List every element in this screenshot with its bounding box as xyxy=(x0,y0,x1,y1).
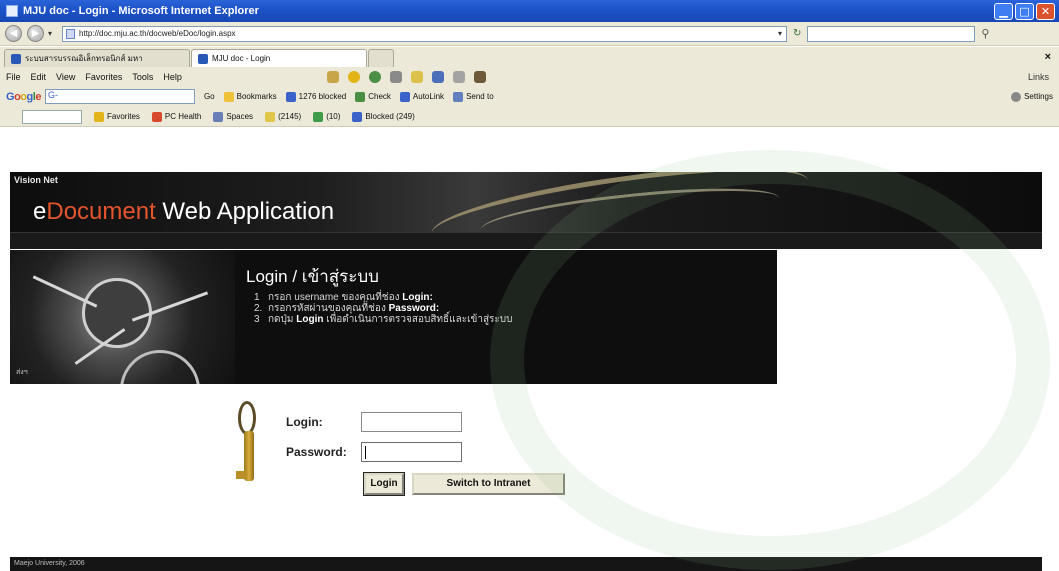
page-icon xyxy=(66,28,76,39)
text-caret xyxy=(365,446,366,459)
mail-icon xyxy=(265,111,276,122)
google-search-input[interactable]: G- xyxy=(44,89,195,104)
links-label[interactable]: Links xyxy=(1028,72,1049,82)
send-icon xyxy=(453,91,464,102)
google-go-button[interactable]: Go xyxy=(204,92,215,101)
app-title: eDocument Web Application xyxy=(33,198,335,225)
url-text: http://doc.mju.ac.th/docweb/eDoc/login.a… xyxy=(79,29,236,38)
bookmarks-button[interactable]: Bookmarks xyxy=(223,91,277,102)
login-label: Login: xyxy=(286,415,323,429)
msn-favorites[interactable]: Favorites xyxy=(94,111,140,122)
history-icon[interactable] xyxy=(368,70,381,83)
tab-label: ระบบสารบรรณอิเล็กทรอนิกส์ มหา xyxy=(25,54,143,63)
window-title: MJU doc - Login - Microsoft Internet Exp… xyxy=(23,5,259,17)
favorites-icon xyxy=(94,111,104,122)
key-icon xyxy=(232,401,262,497)
instruction-step: 1 กรอก username ของคุณที่ช่อง Login: xyxy=(254,292,433,303)
password-input[interactable] xyxy=(361,442,462,462)
gear-icon xyxy=(1011,91,1022,102)
msn-messenger-count[interactable]: (10) xyxy=(313,111,340,122)
tab-label: MJU doc - Login xyxy=(212,54,271,63)
tab-thai-doc[interactable]: ระบบสารบรรณอิเล็กทรอนิกส์ มหา xyxy=(4,49,190,67)
menu-file[interactable]: File xyxy=(6,72,21,82)
maximize-button[interactable]: □ xyxy=(1015,2,1034,20)
msn-pc-health[interactable]: PC Health xyxy=(151,111,201,122)
password-label: Password: xyxy=(286,445,347,459)
instruction-step: 3 กดปุ่ม Login เพื่อดำเนินการตรวจสอบสิทธิ… xyxy=(254,314,513,325)
check-icon xyxy=(355,91,366,102)
spellcheck-button[interactable]: Check xyxy=(355,91,391,102)
messenger-icon[interactable] xyxy=(473,70,486,83)
menu-tools[interactable]: Tools xyxy=(132,72,153,82)
blocker-icon xyxy=(285,91,296,102)
popup-blocker[interactable]: 1276 blocked xyxy=(285,91,346,102)
messenger-icon xyxy=(313,111,324,122)
menu-help[interactable]: Help xyxy=(163,72,182,82)
health-icon xyxy=(151,111,162,122)
autolink-button[interactable]: AutoLink xyxy=(399,91,444,102)
star-icon xyxy=(223,91,234,102)
ie-page-icon xyxy=(198,53,208,64)
google-toolbar: Google G- Go Bookmarks 1276 blocked Chec… xyxy=(0,86,1059,107)
msn-mail-count[interactable]: (2145) xyxy=(265,111,301,122)
menu-favorites[interactable]: Favorites xyxy=(85,72,122,82)
search-icon[interactable]: ⚲ xyxy=(981,27,989,40)
toolbar-icons xyxy=(326,70,486,83)
instruction-step: 2. กรอกรหัสผ่านของคุณที่ช่อง Password: xyxy=(254,303,440,314)
page-content: Vision Net eDocument Web Application ส่ง… xyxy=(0,127,1059,571)
login-button[interactable]: Login xyxy=(363,472,405,496)
menu-edit[interactable]: Edit xyxy=(31,72,47,82)
forward-button[interactable]: ▶ xyxy=(27,25,44,42)
mail-icon[interactable] xyxy=(410,70,423,83)
print-icon[interactable] xyxy=(431,70,444,83)
menu-bar: File Edit View Favorites Tools Help Link… xyxy=(0,67,1059,86)
spaces-icon xyxy=(213,111,224,122)
ie-app-icon xyxy=(6,5,18,17)
tab-bar: ระบบสารบรรณอิเล็กทรอนิกส์ มหา MJU doc - … xyxy=(0,47,1059,67)
gear-illustration: ส่งฯ xyxy=(10,250,235,384)
back-button[interactable]: ◀ xyxy=(5,25,22,42)
close-button[interactable]: ✕ xyxy=(1036,2,1055,20)
tab-mju-login[interactable]: MJU doc - Login xyxy=(191,49,367,67)
login-instructions: 1 กรอก username ของคุณที่ช่อง Login: 2. กร… xyxy=(254,292,512,325)
browser-window: MJU doc - Login - Microsoft Internet Exp… xyxy=(0,0,1059,571)
page-footer: Maejo University, 2006 xyxy=(10,557,1042,571)
msn-toolbar: Favorites PC Health Spaces (2145) (10) B… xyxy=(0,107,1059,127)
url-dropdown-icon[interactable]: ▾ xyxy=(778,29,782,38)
refresh-icon[interactable]: ↻ xyxy=(793,28,801,39)
switch-to-intranet-button[interactable]: Switch to Intranet xyxy=(412,473,565,495)
vision-net-logo: Vision Net xyxy=(14,175,58,185)
google-logo: Google xyxy=(6,90,41,103)
google-settings-button[interactable]: Settings xyxy=(1011,91,1053,102)
live-search-input[interactable] xyxy=(807,25,976,42)
app-banner: Vision Net eDocument Web Application xyxy=(10,172,1042,249)
banner-strip xyxy=(10,232,1042,249)
favorites-star-icon[interactable] xyxy=(347,70,360,83)
url-field[interactable]: http://doc.mju.ac.th/docweb/eDoc/login.a… xyxy=(62,25,788,42)
msn-blocked[interactable]: Blocked (249) xyxy=(352,111,415,122)
msn-spaces[interactable]: Spaces xyxy=(213,111,253,122)
msn-search-input[interactable] xyxy=(22,109,82,124)
sendto-button[interactable]: Send to xyxy=(453,91,494,102)
new-tab-button[interactable] xyxy=(368,49,394,67)
home-icon[interactable] xyxy=(326,70,339,83)
tools-icon[interactable] xyxy=(389,70,402,83)
ie-page-icon xyxy=(11,53,21,64)
autolink-icon xyxy=(399,91,410,102)
login-info-panel: ส่งฯ Login / เข้าสู่ระบบ 1 กรอก username … xyxy=(10,250,777,384)
close-tab-icon[interactable]: × xyxy=(1045,51,1051,63)
menu-view[interactable]: View xyxy=(56,72,75,82)
address-bar: ◀ ▶ ▾ http://doc.mju.ac.th/docweb/eDoc/l… xyxy=(0,22,1059,46)
login-input[interactable] xyxy=(361,412,462,432)
minimize-button[interactable]: ▁ xyxy=(994,2,1013,20)
blocked-icon xyxy=(352,111,363,122)
research-icon[interactable] xyxy=(452,70,465,83)
title-bar: MJU doc - Login - Microsoft Internet Exp… xyxy=(0,0,1059,22)
nav-history-dropdown[interactable]: ▾ xyxy=(48,29,52,38)
login-title: Login / เข้าสู่ระบบ xyxy=(246,267,379,286)
